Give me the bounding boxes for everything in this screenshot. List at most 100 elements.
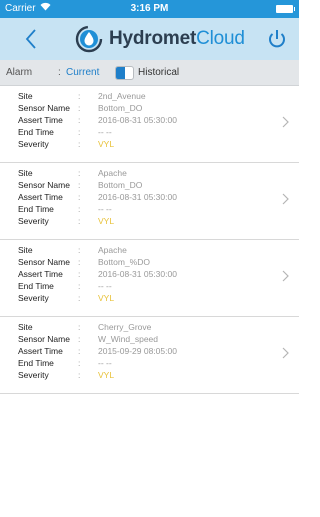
sensor-name-label: Sensor Name <box>18 103 70 113</box>
site-row: Site: Apache <box>0 167 299 179</box>
site-value: 2nd_Avenue <box>98 91 146 101</box>
chevron-right-icon <box>282 270 289 285</box>
alarm-list-item[interactable]: Site: Apache Sensor Name: Bottom_DO Assert T… <box>0 163 299 240</box>
end-time-label: End Time <box>18 358 54 368</box>
sensor-name-value: Bottom_%DO <box>98 257 150 267</box>
alarm-list-item[interactable]: Site: Apache Sensor Name: Bottom_%DO Assert … <box>0 240 299 317</box>
field-colon: : <box>78 139 81 149</box>
field-colon: : <box>78 91 81 101</box>
field-colon: : <box>78 245 81 255</box>
field-colon: : <box>78 346 81 356</box>
assert-time-row: Assert Time: 2016-08-31 05:30:00 <box>0 114 299 126</box>
sensor-name-row: Sensor Name: W_Wind_speed <box>0 333 299 345</box>
site-row: Site: 2nd_Avenue <box>0 90 299 102</box>
severity-value: VYL <box>98 139 115 149</box>
severity-row: Severity: VYL <box>0 369 299 381</box>
field-colon: : <box>78 370 81 380</box>
alarm-filter-bar: Alarm : Current Historical <box>0 60 299 86</box>
site-row: Site: Apache <box>0 244 299 256</box>
field-colon: : <box>78 192 81 202</box>
field-colon: : <box>78 216 81 226</box>
toggle-knob <box>116 67 125 79</box>
chevron-right-icon <box>282 116 289 131</box>
field-colon: : <box>78 358 81 368</box>
chevron-right-icon <box>282 193 289 208</box>
assert-time-label: Assert Time <box>18 346 63 356</box>
end-time-row: End Time: -- -- <box>0 280 299 292</box>
site-value: Apache <box>98 245 127 255</box>
sensor-name-value: Bottom_DO <box>98 180 143 190</box>
filter-separator: : <box>58 67 61 78</box>
field-colon: : <box>78 322 81 332</box>
field-colon: : <box>78 103 81 113</box>
end-time-value: -- -- <box>98 281 112 291</box>
chevron-right-icon <box>282 347 289 362</box>
navbar: HydrometCloud <box>0 18 299 60</box>
back-button[interactable] <box>18 24 44 54</box>
alarm-list-item[interactable]: Site:2nd_Avenue Sensor Name: Bottom_DO Asse… <box>0 86 299 163</box>
sensor-name-value: Bottom_DO <box>98 103 143 113</box>
assert-time-value: 2016-08-31 05:30:00 <box>98 192 177 202</box>
end-time-row: End Time: -- -- <box>0 126 299 138</box>
severity-row: Severity: VYL <box>0 215 299 227</box>
clock: 3:16 PM <box>130 3 169 14</box>
sensor-name-row: Sensor Name: Bottom_DO <box>0 179 299 191</box>
field-colon: : <box>78 269 81 279</box>
site-label: Site <box>18 245 33 255</box>
site-value: Apache <box>98 168 127 178</box>
assert-time-label: Assert Time <box>18 115 63 125</box>
power-icon <box>269 30 285 48</box>
alarm-list-item[interactable]: Site: Cherry_Grove Sensor Name: W_Wind_spee… <box>0 317 299 394</box>
end-time-label: End Time <box>18 204 54 214</box>
assert-time-row: Assert Time: 2016-08-31 05:30:00 <box>0 191 299 203</box>
severity-label: Severity <box>18 216 49 226</box>
severity-row: Severity: VYL <box>0 138 299 150</box>
logo-text-primary: Hydromet <box>109 28 197 49</box>
sensor-name-row: Sensor Name: Bottom_%DO <box>0 256 299 268</box>
logo-text-accent: Cloud <box>196 28 245 49</box>
severity-row: Severity: VYL <box>0 292 299 304</box>
alarm-list: Site:2nd_Avenue Sensor Name: Bottom_DO Asse… <box>0 86 299 394</box>
power-button[interactable] <box>265 27 289 51</box>
assert-time-row: Assert Time: 2016-08-31 05:30:00 <box>0 268 299 280</box>
chevron-left-icon <box>25 29 36 49</box>
assert-time-label: Assert Time <box>18 192 63 202</box>
current-option[interactable]: Current <box>66 67 99 78</box>
end-time-value: -- -- <box>98 127 112 137</box>
assert-time-value: 2015-09-29 08:05:00 <box>98 346 177 356</box>
severity-value: VYL <box>98 293 115 303</box>
severity-label: Severity <box>18 370 49 380</box>
field-colon: : <box>78 257 81 267</box>
assert-time-value: 2016-08-31 05:30:00 <box>98 269 177 279</box>
end-time-value: -- -- <box>98 358 112 368</box>
sensor-name-label: Sensor Name <box>18 334 70 344</box>
current-historical-toggle[interactable] <box>115 66 134 80</box>
historical-option[interactable]: Historical <box>138 67 179 78</box>
sensor-name-row: Sensor Name: Bottom_DO <box>0 102 299 114</box>
site-row: Site: Cherry_Grove <box>0 321 299 333</box>
end-time-row: End Time: -- -- <box>0 357 299 369</box>
sensor-name-value: W_Wind_speed <box>98 334 159 344</box>
field-colon: : <box>78 115 81 125</box>
field-colon: : <box>78 204 81 214</box>
sensor-name-label: Sensor Name <box>18 257 70 267</box>
hydromet-logo-icon <box>75 25 103 53</box>
field-colon: : <box>78 281 81 291</box>
site-value: Cherry_Grove <box>98 322 152 332</box>
severity-value: VYL <box>98 216 115 226</box>
site-label: Site <box>18 322 33 332</box>
assert-time-row: Assert Time: 2015-09-29 08:05:00 <box>0 345 299 357</box>
sensor-name-label: Sensor Name <box>18 180 70 190</box>
assert-time-label: Assert Time <box>18 269 63 279</box>
app-title: HydrometCloud <box>109 28 245 50</box>
battery-icon <box>276 5 295 13</box>
field-colon: : <box>78 180 81 190</box>
field-colon: : <box>78 334 81 344</box>
severity-value: VYL <box>98 370 115 380</box>
severity-label: Severity <box>18 139 49 149</box>
end-time-value: -- -- <box>98 204 112 214</box>
field-colon: : <box>78 127 81 137</box>
alarm-label: Alarm <box>6 67 33 78</box>
status-bar: Carrier 3:16 PM <box>0 0 299 18</box>
end-time-label: End Time <box>18 281 54 291</box>
